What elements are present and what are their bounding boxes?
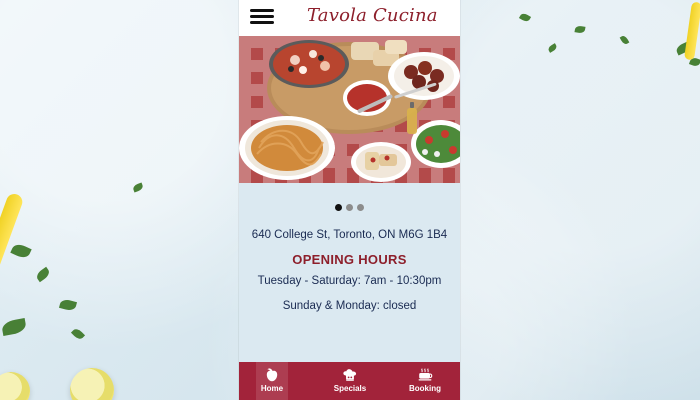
carousel-dot-3[interactable] (357, 204, 364, 211)
hours-line-1: Tuesday - Saturday: 7am - 10:30pm (257, 275, 442, 287)
hamburger-menu-icon[interactable] (250, 8, 274, 26)
chef-hat-icon (343, 369, 357, 381)
address-text: 640 College St, Toronto, ON M6G 1B4 (251, 229, 448, 241)
nav-booking-button[interactable]: Booking (405, 362, 445, 400)
mobile-app: Tavola Cucina 640 College St, Toronto, O… (239, 0, 460, 400)
bottom-navigation: Home Specials Booking (239, 362, 460, 400)
app-title: Tavola Cucina (307, 5, 438, 26)
hours-line-2: Sunday & Monday: closed (282, 300, 417, 312)
coffee-cup-icon (418, 368, 433, 381)
menu-line (250, 21, 274, 24)
nav-booking-label: Booking (409, 384, 441, 393)
carousel-dot-2[interactable] (346, 204, 353, 211)
menu-line (250, 15, 274, 18)
food-illustration (239, 36, 460, 183)
nav-home-button[interactable]: Home (256, 362, 288, 400)
opening-hours-title: OPENING HOURS (292, 252, 407, 267)
carousel-dot-1[interactable] (335, 204, 342, 211)
hero-image (239, 36, 460, 183)
menu-line (250, 9, 274, 12)
nav-home-label: Home (260, 384, 284, 393)
nav-specials-button[interactable]: Specials (328, 362, 372, 400)
apple-icon (266, 368, 278, 382)
carousel-dots (335, 204, 375, 214)
nav-specials-label: Specials (333, 384, 367, 393)
app-header: Tavola Cucina (239, 0, 460, 36)
